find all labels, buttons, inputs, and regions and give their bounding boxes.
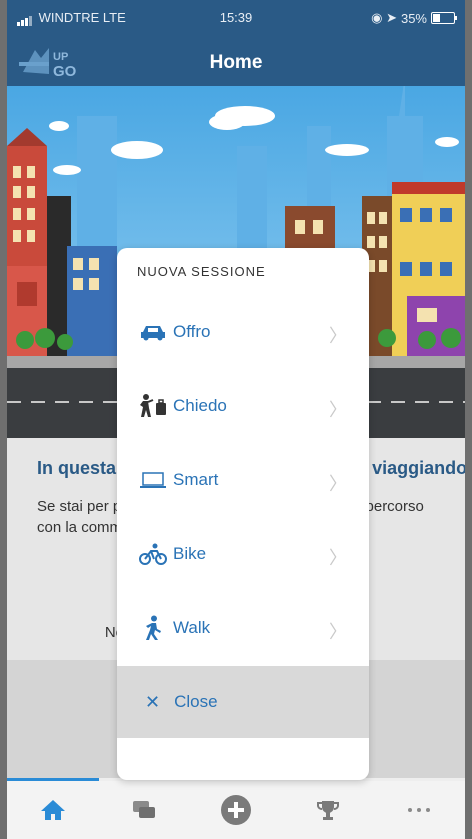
menu-label-smart: Smart [173,470,219,489]
menu-item-smart[interactable]: Smart 〉 [117,444,369,516]
status-bar: WINDTRE LTE 15:39 ◉ ➤ 35% [7,0,465,36]
page-title: Home [209,52,263,73]
chevron-right-icon: 〉 [329,326,347,346]
modal-title: NUOVA SESSIONE [137,264,266,279]
app-header: WINDTRE LTE 15:39 ◉ ➤ 35% UP GO Home [7,0,465,86]
tab-chat[interactable] [99,781,191,839]
menu-label-chiedo: Chiedo [173,396,227,415]
tab-trophy[interactable] [282,781,374,839]
laptop-icon [140,472,166,488]
add-icon [220,795,251,825]
trophy-icon [316,801,339,820]
app-screen: WINDTRE LTE 15:39 ◉ ➤ 35% UP GO Home In … [7,0,465,839]
menu-label-offro: Offro [173,322,211,341]
chevron-right-icon: 〉 [329,400,347,420]
menu-item-bike[interactable]: Bike 〉 [117,518,369,590]
battery-percent: 35% [400,10,427,26]
close-label: Close [174,692,218,711]
hitchhiker-icon [140,394,166,417]
chevron-right-icon: 〉 [329,474,347,494]
home-icon [40,800,65,820]
bike-icon [139,543,167,565]
chevron-right-icon: 〉 [329,622,347,642]
walk-icon [146,615,161,640]
menu-item-chiedo[interactable]: Chiedo 〉 [117,370,369,442]
status-right: ◉ ➤ 35% [371,10,457,26]
new-session-modal: NUOVA SESSIONE Offro 〉 Chiedo 〉 Smart 〉 … [117,248,369,780]
tab-add[interactable] [190,781,282,839]
tab-bar [7,781,465,839]
chevron-right-icon: 〉 [329,548,347,568]
more-icon [408,808,431,812]
battery-icon [431,12,457,24]
car-icon [141,326,165,341]
menu-item-offro[interactable]: Offro 〉 [117,296,369,368]
menu-label-walk: Walk [173,618,211,637]
location-icon: ◉ ➤ [371,10,397,25]
tab-more[interactable] [373,781,465,839]
tab-home[interactable] [7,781,99,839]
menu-label-bike: Bike [173,544,207,563]
chat-icon [133,801,156,818]
close-icon: ✕ [145,691,161,712]
close-button[interactable]: ✕ Close [117,666,369,738]
menu-item-walk[interactable]: Walk 〉 [117,592,369,664]
